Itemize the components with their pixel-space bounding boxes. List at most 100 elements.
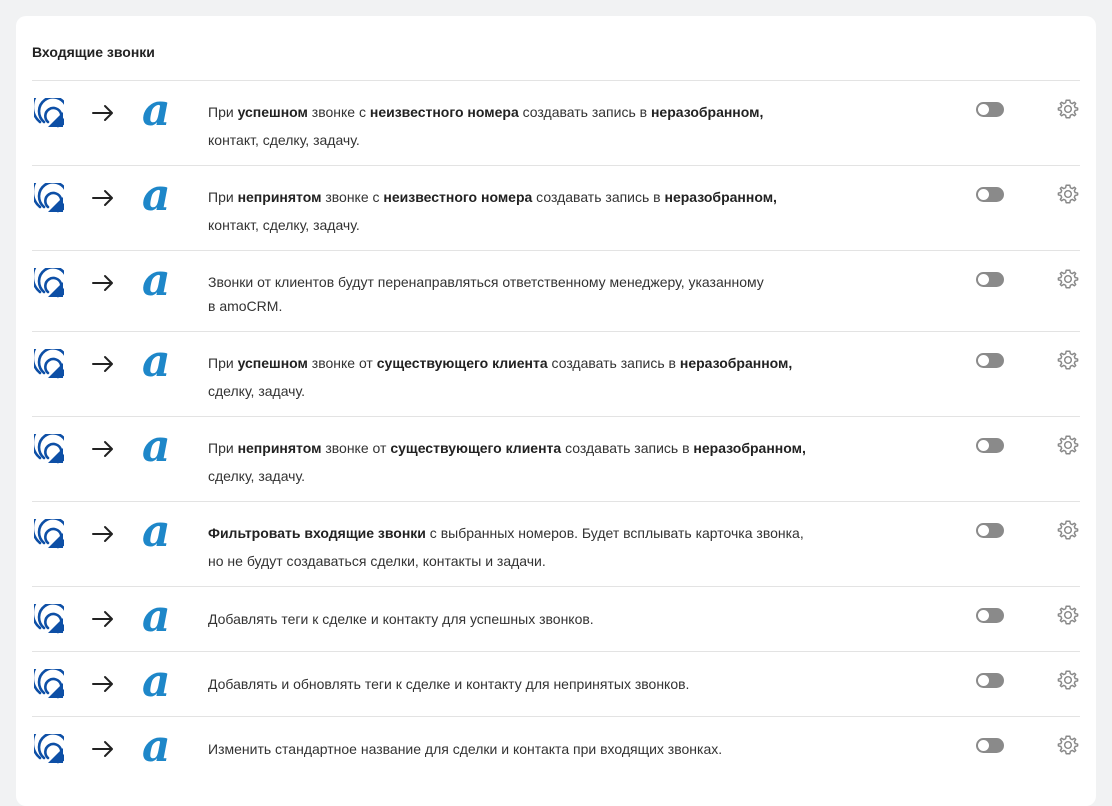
rule-text-bold: Фильтровать входящие звонки (208, 525, 426, 541)
gear-icon[interactable] (1057, 98, 1079, 120)
rule-description: При непринятом звонке от существующего к… (208, 434, 828, 490)
rule-text: создавать запись в (547, 355, 680, 371)
gear-icon[interactable] (1057, 604, 1079, 626)
arrow-right-icon (92, 611, 113, 627)
rule-text-bold: неразобранном, (664, 189, 777, 205)
gear-icon[interactable] (1057, 183, 1079, 205)
rule-text: Изменить стандартное название для сделки… (208, 741, 723, 757)
rule-text-bold: существующего клиента (390, 440, 562, 456)
gear-icon[interactable] (1057, 434, 1079, 456)
rule-text: контакт, сделку, задачу. (208, 217, 360, 233)
rule-toggle[interactable] (976, 187, 1004, 202)
rule-toggle[interactable] (976, 102, 1004, 117)
rule-text-bold: успешном (237, 355, 308, 371)
rule-row: a Фильтровать входящие звонки с выбранных… (32, 501, 1080, 586)
rule-text: создавать запись в (532, 189, 665, 205)
rule-toggle[interactable] (976, 608, 1004, 623)
rule-text-bold: неизвестного номера (369, 104, 519, 120)
incoming-calls-icon (34, 519, 64, 549)
rule-description: Фильтровать входящие звонки с выбранных … (208, 519, 828, 575)
rule-description: Добавлять теги к сделке и контакту для у… (208, 605, 828, 633)
arrow-right-icon (92, 441, 113, 457)
rule-text-bold: непринятом (237, 189, 322, 205)
rule-text: При (208, 355, 238, 371)
rule-text: создавать запись в (518, 104, 651, 120)
amocrm-logo: a (142, 721, 171, 772)
rule-text: контакт, сделку, задачу. (208, 132, 360, 148)
rule-row: a При непринятом звонке с неизвестного но… (32, 165, 1080, 250)
rule-text-bold: неразобранном, (650, 104, 764, 120)
gear-icon[interactable] (1057, 734, 1079, 756)
rule-text: сделку, задачу. (208, 383, 305, 399)
gear-icon[interactable] (1057, 669, 1079, 691)
rule-description: При непринятом звонке с неизвестного ном… (208, 183, 828, 239)
rule-text-bold: существующего клиента (376, 355, 548, 371)
toggle-knob (978, 274, 989, 285)
amocrm-logo: a (142, 421, 171, 472)
gear-icon[interactable] (1057, 349, 1079, 371)
amocrm-logo: a (142, 591, 171, 642)
amocrm-logo: a (142, 255, 171, 306)
toggle-knob (978, 355, 989, 366)
rule-text: Добавлять теги к сделке и контакту для у… (208, 611, 594, 627)
rule-description: Изменить стандартное название для сделки… (208, 735, 828, 763)
toggle-knob (978, 675, 989, 686)
incoming-calls-icon (34, 349, 64, 379)
rule-text: При (208, 189, 238, 205)
rule-text: звонке от (321, 440, 391, 456)
rule-text-bold: непринятом (237, 440, 322, 456)
arrow-right-icon (92, 741, 113, 757)
rule-toggle[interactable] (976, 523, 1004, 538)
rule-text: Звонки от клиентов будут перенаправлятьс… (208, 274, 764, 290)
rule-text: создавать запись в (561, 440, 694, 456)
rule-toggle[interactable] (976, 673, 1004, 688)
rule-description: Добавлять и обновлять теги к сделке и ко… (208, 670, 828, 698)
toggle-knob (978, 525, 989, 536)
amocrm-logo: a (142, 656, 171, 707)
rule-toggle[interactable] (976, 438, 1004, 453)
incoming-calls-card: Входящие звонки a При успешном звонке с н… (16, 16, 1096, 806)
rule-row: a При успешном звонке от существующего кл… (32, 331, 1080, 416)
gear-icon[interactable] (1057, 268, 1079, 290)
rule-text: При (208, 440, 238, 456)
rule-row: a Изменить стандартное название для сделк… (32, 716, 1080, 786)
arrow-right-icon (92, 676, 113, 692)
amocrm-logo: a (142, 85, 171, 136)
arrow-right-icon (92, 275, 113, 291)
rule-row: a Добавлять теги к сделке и контакту для … (32, 586, 1080, 651)
rule-text: звонке с (307, 104, 370, 120)
rule-text: При (208, 104, 238, 120)
rule-row: a Звонки от клиентов будут перенаправлять… (32, 250, 1080, 331)
rule-text: звонке от (307, 355, 377, 371)
amocrm-logo: a (142, 336, 171, 387)
arrow-right-icon (92, 526, 113, 542)
rule-text: но не будут создаваться сделки, контакты… (208, 553, 546, 569)
amocrm-logo: a (142, 170, 171, 221)
integration-rules-list: a При успешном звонке с неизвестного номе… (32, 80, 1080, 786)
arrow-right-icon (92, 105, 113, 121)
rule-row: a Добавлять и обновлять теги к сделке и к… (32, 651, 1080, 716)
incoming-calls-icon (34, 434, 64, 464)
rule-toggle[interactable] (976, 738, 1004, 753)
rule-text: сделку, задачу. (208, 468, 305, 484)
arrow-right-icon (92, 356, 113, 372)
rule-text-bold: успешном (237, 104, 308, 120)
incoming-calls-icon (34, 604, 64, 634)
incoming-calls-icon (34, 183, 64, 213)
rule-text: в amoCRM. (208, 298, 283, 314)
toggle-knob (978, 189, 989, 200)
arrow-right-icon (92, 190, 113, 206)
rule-toggle[interactable] (976, 353, 1004, 368)
toggle-knob (978, 440, 989, 451)
incoming-calls-icon (34, 669, 64, 699)
section-title: Входящие звонки (32, 44, 155, 60)
incoming-calls-icon (34, 268, 64, 298)
toggle-knob (978, 610, 989, 621)
gear-icon[interactable] (1057, 519, 1079, 541)
rule-text-bold: неразобранном, (693, 440, 806, 456)
rule-row: a При непринятом звонке от существующего … (32, 416, 1080, 501)
rule-toggle[interactable] (976, 272, 1004, 287)
rule-text-bold: неразобранном, (679, 355, 793, 371)
rule-text: с выбранных номеров. Будет всплывать кар… (425, 525, 804, 541)
rule-description: Звонки от клиентов будут перенаправлятьс… (208, 270, 828, 318)
